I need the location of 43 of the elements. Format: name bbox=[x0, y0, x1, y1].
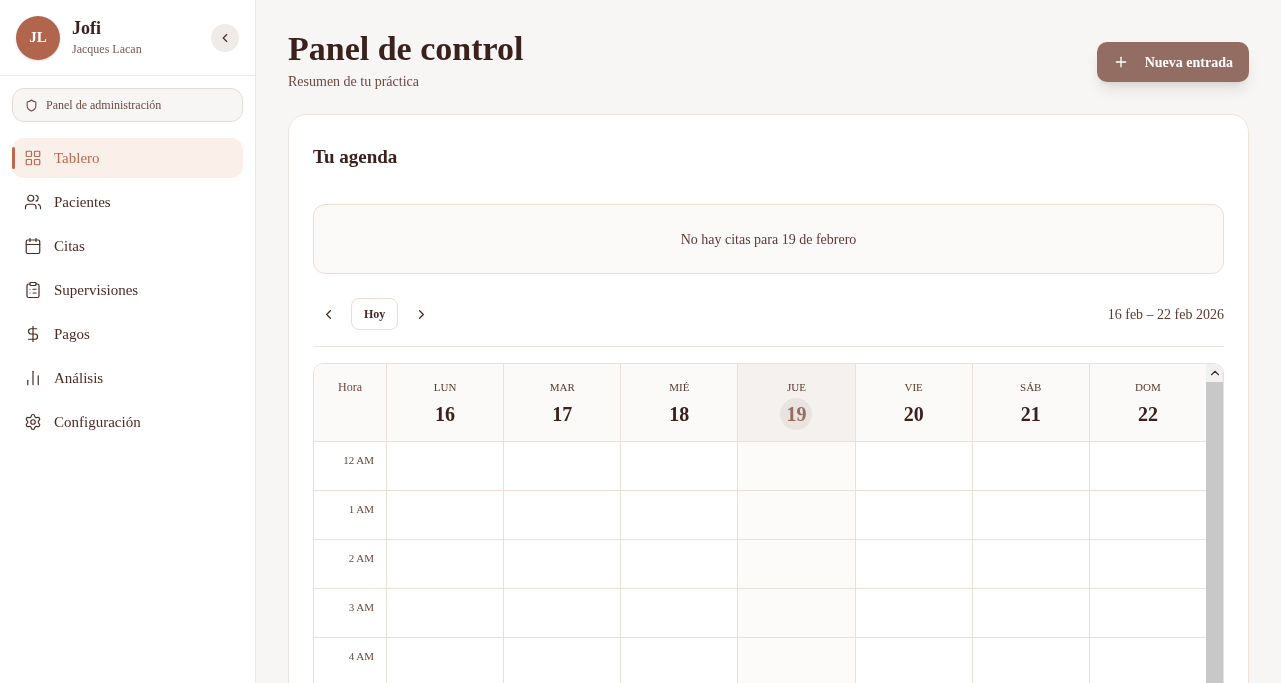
page-subtitle: Resumen de tu práctica bbox=[288, 72, 420, 91]
user-name: Jofi bbox=[72, 17, 102, 40]
date-range: 16 feb – 22 feb 2026 bbox=[1107, 305, 1224, 324]
active-indicator bbox=[12, 147, 15, 169]
nav-item[interactable]: Tablero bbox=[12, 138, 243, 178]
empty-message: No hay citas para 19 de febrero bbox=[313, 204, 1224, 274]
hour-label: 2 AM bbox=[347, 551, 375, 566]
grid-icon bbox=[24, 149, 42, 167]
nav-item[interactable]: Configuración bbox=[12, 402, 243, 442]
hour-label: 12 AM bbox=[342, 453, 375, 468]
collapse-button[interactable] bbox=[211, 23, 239, 52]
clipboard-icon bbox=[24, 281, 42, 299]
today-button[interactable]: Hoy bbox=[351, 298, 399, 330]
day-header[interactable]: MAR 17 bbox=[503, 364, 621, 441]
people-icon bbox=[24, 193, 42, 211]
day-header[interactable]: JUE 19 bbox=[737, 364, 855, 441]
nav-item[interactable]: Análisis bbox=[12, 358, 243, 398]
time-slot[interactable] bbox=[737, 491, 855, 539]
user-subtitle: Jacques Lacan bbox=[72, 40, 143, 58]
hour-heading: Hora bbox=[337, 379, 363, 396]
hour-label: 3 AM bbox=[347, 600, 375, 615]
hour-label: 4 AM bbox=[347, 649, 375, 664]
day-header[interactable]: LUN 16 bbox=[386, 364, 504, 441]
day-header[interactable]: SÁB 21 bbox=[971, 364, 1089, 441]
time-slot[interactable] bbox=[737, 589, 855, 637]
admin-panel-button[interactable]: Panel de administración bbox=[12, 88, 243, 122]
avatar: JL bbox=[16, 15, 60, 60]
nav-item[interactable]: Pagos bbox=[12, 314, 243, 354]
shield-icon bbox=[25, 98, 38, 112]
new-entry-button[interactable]: Nueva entrada bbox=[1096, 42, 1249, 82]
day-header[interactable]: VIE 20 bbox=[854, 364, 972, 441]
nav-item[interactable]: Citas bbox=[12, 226, 243, 266]
settings-icon bbox=[24, 413, 42, 431]
nav-item[interactable]: Supervisiones bbox=[12, 270, 243, 310]
time-slot[interactable] bbox=[737, 442, 855, 490]
time-slot[interactable] bbox=[737, 638, 855, 683]
card-title: Tu agenda bbox=[313, 144, 399, 169]
time-slot[interactable] bbox=[737, 540, 855, 588]
page-title: Panel de control bbox=[288, 29, 524, 69]
calendar-icon bbox=[24, 237, 42, 255]
hour-label: 1 AM bbox=[347, 502, 375, 517]
bar-chart-icon bbox=[24, 369, 42, 387]
nav-item[interactable]: Pacientes bbox=[12, 182, 243, 222]
